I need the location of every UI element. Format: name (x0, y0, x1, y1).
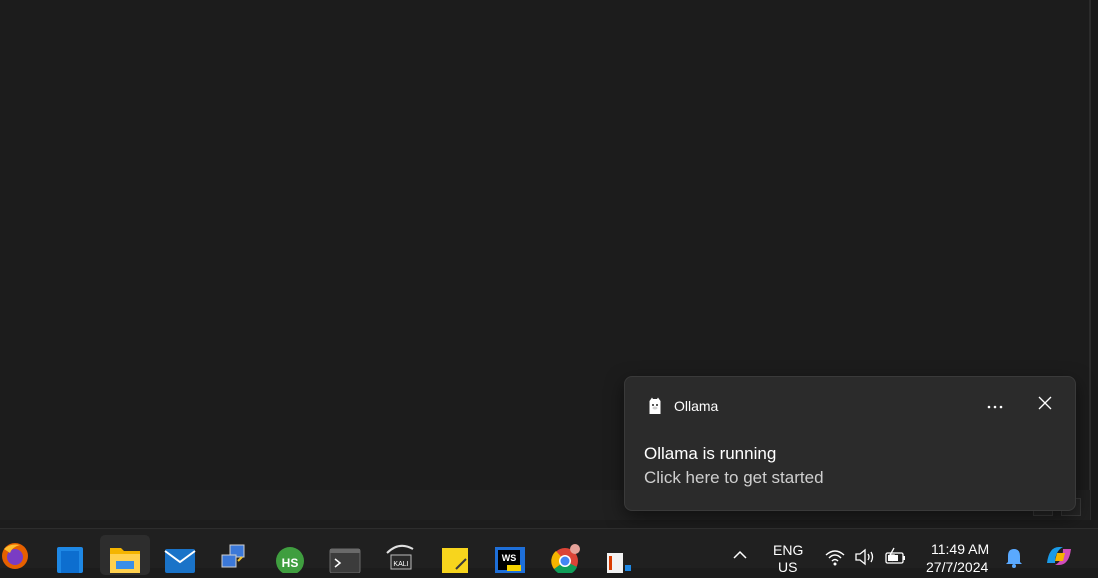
notification-title: Ollama is running (644, 444, 777, 463)
window-gutter (1091, 0, 1098, 520)
svg-text:WS: WS (502, 553, 517, 563)
clock-time[interactable]: 11:49 AM (931, 541, 989, 557)
kali-linux-icon[interactable]: KALI (383, 539, 417, 573)
firefox-icon[interactable] (0, 539, 32, 573)
volume-icon[interactable] (854, 547, 876, 567)
notification-bell-icon[interactable] (1004, 547, 1024, 569)
region-indicator[interactable]: US (778, 559, 797, 575)
notification-app-name: Ollama (674, 398, 719, 414)
notification-body: Click here to get started (644, 468, 824, 487)
ollama-icon (647, 397, 663, 415)
webstorm-icon[interactable]: WS (493, 539, 527, 573)
language-indicator[interactable]: ENG (773, 542, 803, 558)
copilot-icon[interactable] (1043, 543, 1075, 569)
sticky-notes-icon[interactable] (438, 539, 472, 573)
azure-devops-icon[interactable] (53, 539, 87, 573)
battery-charging-icon[interactable] (884, 547, 908, 567)
svg-text:HS: HS (282, 556, 299, 570)
clock-date[interactable]: 27/7/2024 (926, 559, 988, 575)
wifi-icon[interactable] (824, 547, 846, 567)
network-connections-icon[interactable] (218, 539, 252, 573)
chevron-up-icon[interactable] (731, 547, 749, 561)
office-app-icon[interactable] (603, 539, 637, 573)
ellipsis-icon (987, 396, 1003, 414)
notification-toast[interactable]: Ollama Ollama is running Click here to g… (624, 376, 1076, 511)
close-notification-button[interactable] (1029, 391, 1061, 419)
terminal-icon[interactable] (328, 539, 362, 574)
mail-icon[interactable] (163, 539, 197, 573)
hs-app-icon[interactable]: HS (273, 539, 307, 575)
taskbar: HS KALI WS ENG US 11:49 AM 27/7/2024 (0, 528, 1098, 576)
chrome-icon[interactable] (548, 539, 582, 576)
more-options-button[interactable] (979, 391, 1011, 419)
file-explorer-icon[interactable] (108, 539, 142, 573)
close-icon (1038, 396, 1052, 415)
